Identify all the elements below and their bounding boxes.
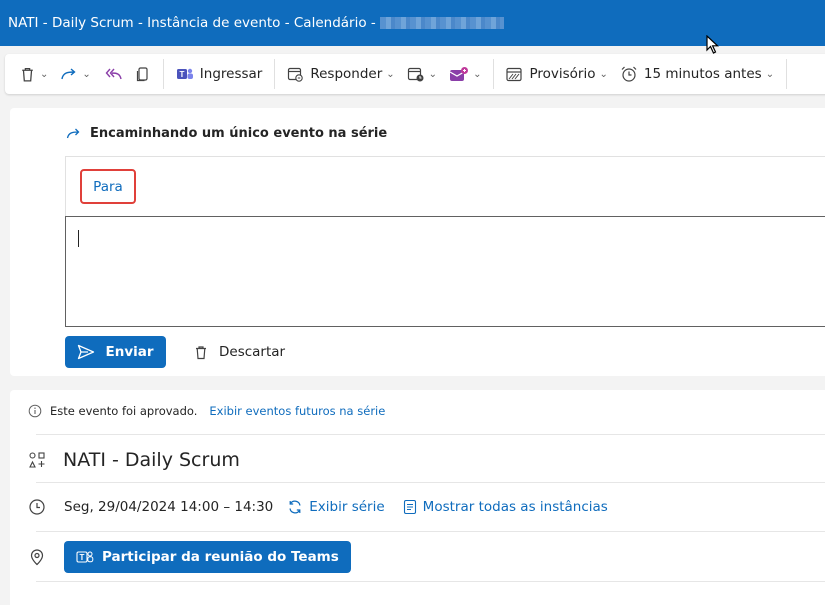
chevron-down-icon[interactable]: ⌄ bbox=[473, 69, 481, 80]
join-label: Ingressar bbox=[199, 66, 263, 82]
chevron-down-icon[interactable]: ⌄ bbox=[386, 69, 394, 80]
command-toolbar: ⌄ ⌄ T Ingressar Responder ⌄ ⌄ ⌄ Provisór… bbox=[5, 54, 825, 94]
chevron-down-icon[interactable]: ⌄ bbox=[766, 69, 774, 80]
approved-text: Este evento foi aprovado. bbox=[50, 404, 198, 418]
reply-all-button[interactable] bbox=[97, 58, 129, 90]
calendar-clock-icon bbox=[407, 67, 424, 81]
to-button[interactable]: Para bbox=[80, 169, 136, 204]
trash-icon bbox=[196, 345, 206, 359]
teams-icon: T bbox=[76, 551, 94, 563]
calendar-time-button[interactable]: ⌄ bbox=[401, 58, 443, 90]
repeat-icon bbox=[289, 500, 301, 514]
forward-note-text: Encaminhando um único evento na série bbox=[90, 126, 388, 141]
show-instances-label: Mostrar todas as instâncias bbox=[422, 499, 608, 515]
chevron-down-icon[interactable]: ⌄ bbox=[599, 69, 607, 80]
join-teams-label: Participar da reunião do Teams bbox=[102, 549, 339, 565]
divider bbox=[36, 531, 825, 532]
view-series-label: Exibir série bbox=[309, 499, 385, 515]
discard-button[interactable]: Descartar bbox=[193, 336, 285, 368]
forward-compose-panel: Encaminhando um único evento na série Pa… bbox=[10, 108, 825, 376]
svg-text:T: T bbox=[179, 70, 184, 79]
teams-icon: T bbox=[176, 68, 193, 79]
redacted-text bbox=[379, 17, 504, 29]
alarm-icon bbox=[621, 66, 637, 82]
text-caret bbox=[78, 230, 79, 247]
respond-label: Responder bbox=[310, 66, 383, 82]
approval-notice: Este evento foi aprovado. Exibir eventos… bbox=[28, 404, 385, 418]
forward-note: Encaminhando um único evento na série bbox=[66, 126, 387, 141]
trash-icon bbox=[22, 67, 33, 82]
send-label: Enviar bbox=[105, 344, 154, 360]
status-label: Provisório bbox=[529, 66, 596, 82]
toolbar-divider bbox=[493, 59, 495, 89]
list-icon bbox=[403, 499, 416, 515]
delete-button[interactable]: ⌄ bbox=[13, 58, 54, 90]
divider bbox=[36, 482, 825, 483]
event-location-row: T Participar da reunião do Teams bbox=[28, 541, 351, 573]
respond-button[interactable]: Responder ⌄ bbox=[281, 58, 400, 90]
clock-icon bbox=[29, 499, 45, 515]
show-as-dropdown[interactable]: Provisório ⌄ bbox=[500, 58, 613, 90]
chevron-down-icon[interactable]: ⌄ bbox=[429, 69, 437, 80]
join-teams-meeting-button[interactable]: T Participar da reunião do Teams bbox=[64, 541, 351, 573]
event-title-row: NATI - Daily Scrum bbox=[28, 445, 240, 475]
event-datetime: Seg, 29/04/2024 14:00 – 14:30 bbox=[64, 499, 274, 515]
event-details-panel: Este evento foi aprovado. Exibir eventos… bbox=[10, 390, 825, 605]
message-body-field[interactable] bbox=[65, 216, 825, 327]
divider bbox=[36, 434, 825, 435]
svg-text:T: T bbox=[80, 553, 85, 562]
divider bbox=[36, 581, 825, 582]
toolbar-divider bbox=[274, 59, 276, 89]
reminder-label: 15 minutos antes bbox=[643, 66, 762, 82]
category-icon bbox=[29, 452, 45, 468]
forward-icon bbox=[61, 68, 76, 80]
busy-status-icon bbox=[506, 67, 523, 81]
copy-button[interactable] bbox=[129, 58, 157, 90]
respond-icon bbox=[288, 67, 304, 82]
mouse-cursor-icon bbox=[706, 35, 720, 54]
toolbar-divider bbox=[786, 59, 788, 89]
info-icon bbox=[28, 404, 42, 418]
chevron-down-icon[interactable]: ⌄ bbox=[40, 69, 48, 80]
show-instances-link[interactable]: Mostrar todas as instâncias bbox=[403, 499, 608, 515]
toolbar-divider bbox=[162, 59, 164, 89]
send-button[interactable]: Enviar bbox=[65, 336, 166, 368]
forward-icon bbox=[66, 128, 80, 139]
location-icon bbox=[30, 549, 44, 566]
reminder-dropdown[interactable]: 15 minutos antes ⌄ bbox=[614, 58, 780, 90]
to-recipients-row[interactable]: Para bbox=[65, 156, 825, 216]
copy-icon bbox=[136, 66, 148, 81]
event-title: NATI - Daily Scrum bbox=[63, 449, 240, 471]
future-events-link[interactable]: Exibir eventos futuros na série bbox=[209, 404, 385, 418]
view-series-link[interactable]: Exibir série bbox=[287, 499, 385, 515]
event-time-row: Seg, 29/04/2024 14:00 – 14:30 Exibir sér… bbox=[28, 494, 608, 520]
discard-label: Descartar bbox=[219, 344, 286, 360]
window-title-bar: NATI - Daily Scrum - Instância de evento… bbox=[0, 0, 825, 46]
reply-all-icon bbox=[105, 68, 122, 80]
loop-icon bbox=[449, 66, 469, 81]
window-title: NATI - Daily Scrum - Instância de evento… bbox=[8, 15, 376, 31]
join-button[interactable]: T Ingressar bbox=[170, 58, 269, 90]
forward-button[interactable]: ⌄ bbox=[54, 58, 96, 90]
loop-button[interactable]: ⌄ bbox=[443, 58, 487, 90]
send-icon bbox=[78, 344, 95, 360]
chevron-down-icon[interactable]: ⌄ bbox=[82, 69, 90, 80]
